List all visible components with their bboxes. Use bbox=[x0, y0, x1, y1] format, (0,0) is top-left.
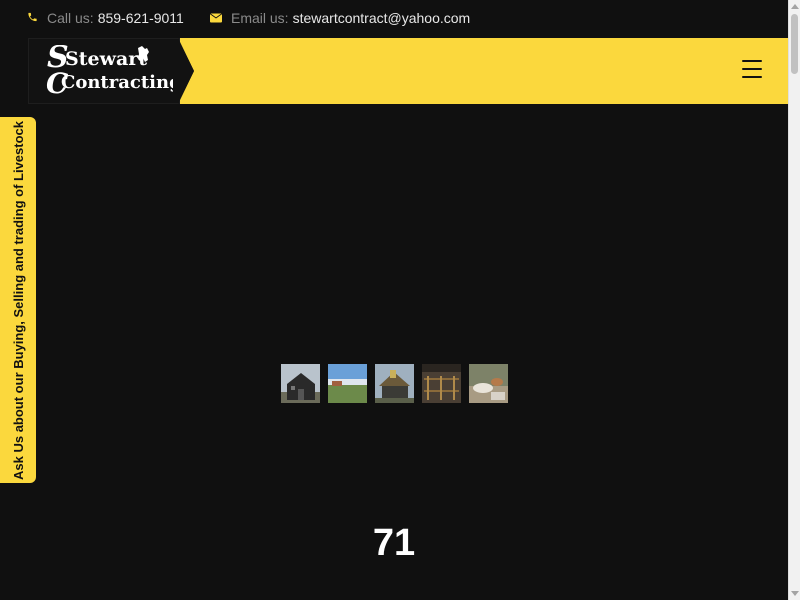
scrollbar-thumb[interactable] bbox=[791, 14, 798, 74]
thumbnail-barn[interactable] bbox=[281, 364, 320, 403]
stewart-contracting-logo: Stewart S Contracting C bbox=[46, 45, 173, 97]
svg-text:C: C bbox=[46, 67, 69, 97]
header-accent-band bbox=[178, 38, 788, 104]
envelope-icon bbox=[210, 10, 222, 26]
hamburger-line bbox=[742, 75, 762, 79]
gallery-thumbnails bbox=[281, 364, 516, 403]
email-label: Email us: bbox=[231, 10, 289, 26]
thumbnail-interior[interactable] bbox=[469, 364, 508, 403]
page-scrollbar[interactable] bbox=[788, 0, 800, 600]
phone-link[interactable]: 859-621-9011 bbox=[98, 10, 184, 26]
site-header: Stewart S Contracting C bbox=[28, 38, 788, 104]
phone-icon bbox=[27, 10, 38, 26]
phone-contact: Call us: 859-621-9011 bbox=[27, 10, 184, 26]
email-contact: Email us: stewartcontract@yahoo.com bbox=[210, 10, 470, 26]
svg-text:Contracting: Contracting bbox=[61, 72, 173, 93]
email-link[interactable]: stewartcontract@yahoo.com bbox=[293, 10, 471, 26]
livestock-side-tab[interactable]: Ask Us about our Buying, Selling and tra… bbox=[0, 117, 36, 483]
side-tab-label: Ask Us about our Buying, Selling and tra… bbox=[10, 120, 26, 480]
thumbnail-house[interactable] bbox=[375, 364, 414, 403]
svg-text:Stewart: Stewart bbox=[65, 48, 147, 70]
phone-label: Call us: bbox=[47, 10, 94, 26]
hamburger-line bbox=[742, 60, 762, 63]
top-contact-bar: Call us: 859-621-9011 Email us: stewartc… bbox=[0, 0, 788, 37]
thumbnail-landscape[interactable] bbox=[328, 364, 367, 403]
menu-toggle-button[interactable] bbox=[742, 60, 762, 80]
logo[interactable]: Stewart S Contracting C bbox=[28, 38, 180, 104]
scroll-up-arrow-icon[interactable] bbox=[791, 4, 799, 9]
scroll-down-arrow-icon[interactable] bbox=[791, 591, 799, 596]
hamburger-line bbox=[742, 67, 762, 71]
thumbnail-porch[interactable] bbox=[422, 364, 461, 403]
stat-counter: 71 bbox=[372, 522, 416, 564]
